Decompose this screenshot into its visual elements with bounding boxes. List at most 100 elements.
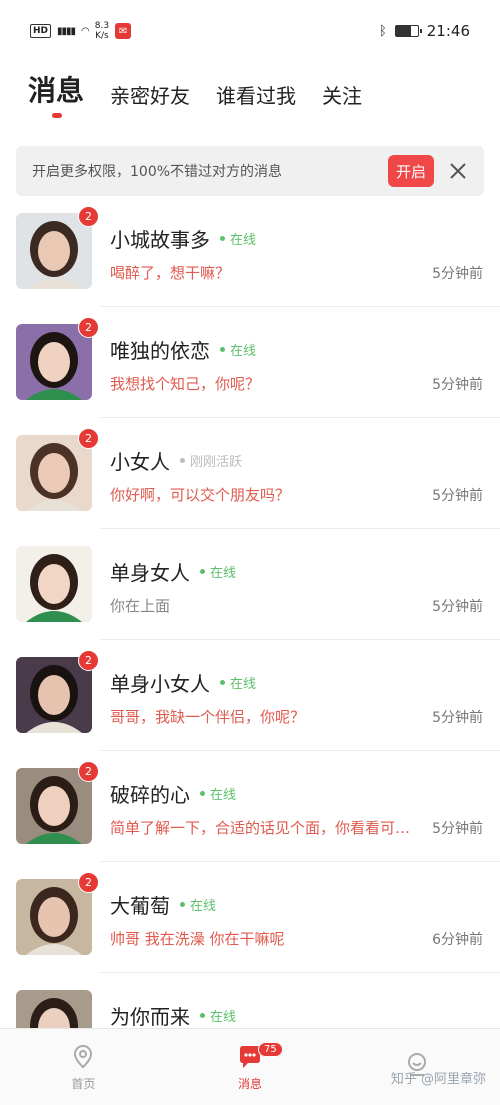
- avatar[interactable]: [16, 546, 92, 622]
- speed-unit: K/s: [95, 31, 109, 41]
- message-time: 5分钟前: [432, 821, 483, 837]
- contact-name: 为你而来: [110, 1005, 190, 1029]
- presence-status: 在线: [220, 673, 256, 692]
- contact-name: 破碎的心: [110, 783, 190, 807]
- wifi-icon: ◠: [81, 25, 90, 37]
- name-line: 为你而来 在线: [110, 1001, 236, 1030]
- presence-status: 在线: [220, 229, 256, 248]
- nav-profile[interactable]: [333, 1029, 500, 1105]
- signal-icon: ▮▮▮▮: [57, 25, 76, 37]
- contact-name: 唯独的依恋: [110, 339, 210, 363]
- presence-label: 在线: [230, 677, 257, 692]
- presence-dot: [200, 1013, 205, 1018]
- battery-fill: [395, 26, 412, 36]
- last-message: 简单了解一下，合适的话见个面，你看看可以吗: [110, 819, 422, 837]
- presence-status: 在线: [200, 562, 236, 581]
- contact-name: 小城故事多: [110, 228, 210, 252]
- last-message: 哥哥，我缺一个伴侣，你呢？: [110, 708, 306, 726]
- presence-dot: [180, 902, 185, 907]
- unread-badge: 2: [78, 206, 99, 227]
- conversation-row[interactable]: 2 小城故事多 在线 喝醉了，想干嘛？ 5分钟前: [0, 196, 500, 307]
- nav-home[interactable]: 首页: [0, 1029, 167, 1105]
- nav-messages[interactable]: 消息: [167, 1029, 334, 1105]
- battery-icon: [394, 25, 422, 37]
- tab-label: 消息: [28, 74, 85, 107]
- bottom-nav: 首页 消息 75 知乎 @阿里章弥: [0, 1028, 500, 1105]
- unread-badge: 2: [78, 761, 99, 782]
- tab-visitors[interactable]: 谁看过我: [216, 84, 296, 108]
- conversation-row[interactable]: 2 小女人 刚刚活跃 你好啊，可以交个朋友吗？ 5分钟前: [0, 418, 500, 529]
- avatar-image: [16, 546, 92, 622]
- tab-label: 关注: [322, 83, 363, 108]
- presence-status: 在线: [200, 1006, 236, 1025]
- badge-count: 75: [258, 1042, 283, 1057]
- presence-dot: [200, 569, 205, 574]
- hd-indicator: HD: [30, 24, 52, 38]
- presence-status: 在线: [180, 895, 216, 914]
- name-line: 小女人 刚刚活跃: [110, 446, 242, 475]
- conversation-row[interactable]: 2 单身小女人 在线 哥哥，我缺一个伴侣，你呢？ 5分钟前: [0, 640, 500, 751]
- message-time: 5分钟前: [432, 266, 483, 282]
- status-bar: HD ▮▮▮▮ ◠ 8.3 K/s ✉ ᛒ 21:46: [0, 0, 500, 62]
- speed-value: 8.3: [94, 21, 110, 31]
- tab-following[interactable]: 关注: [322, 84, 362, 108]
- conversation-list: 2 小城故事多 在线 喝醉了，想干嘛？ 5分钟前 2 唯独的依恋 在线 我想找个…: [0, 196, 500, 1084]
- location-pin-icon: [74, 1044, 93, 1068]
- presence-label: 在线: [190, 899, 217, 914]
- presence-dot: [220, 347, 225, 352]
- contact-name: 单身小女人: [110, 672, 210, 696]
- conversation-row[interactable]: 单身女人 在线 你在上面 5分钟前: [0, 529, 500, 640]
- last-message: 你好啊，可以交个朋友吗？: [110, 486, 291, 504]
- presence-label: 在线: [210, 788, 237, 803]
- name-line: 唯独的依恋 在线: [110, 335, 256, 364]
- tab-messages[interactable]: 消息: [28, 74, 85, 118]
- presence-dot: [220, 236, 225, 241]
- status-left: HD ▮▮▮▮ ◠ 8.3 K/s ✉: [30, 21, 132, 41]
- clock: 21:46: [426, 22, 470, 40]
- tab-label: 谁看过我: [216, 83, 297, 108]
- last-message: 喝醉了，想干嘛？: [110, 264, 231, 282]
- tab-close-friends[interactable]: 亲密好友: [110, 84, 190, 108]
- unread-badge: 2: [78, 650, 99, 671]
- conversation-row[interactable]: 2 唯独的依恋 在线 我想找个知己，你呢？ 5分钟前: [0, 307, 500, 418]
- presence-label: 在线: [230, 344, 257, 359]
- top-tabs: 消息 亲密好友 谁看过我 关注: [28, 74, 362, 118]
- conversation-row[interactable]: 2 破碎的心 在线 简单了解一下，合适的话见个面，你看看可以吗 5分钟前: [0, 751, 500, 862]
- nav-label: 首页: [71, 1076, 96, 1091]
- last-message: 我想找个知己，你呢？: [110, 375, 261, 393]
- bluetooth-icon: ᛒ: [378, 23, 387, 39]
- permission-banner: 开启更多权限，100%不错过对方的消息 开启: [16, 146, 484, 196]
- presence-status: 在线: [220, 340, 256, 359]
- presence-dot: [180, 458, 185, 463]
- close-icon: [450, 163, 466, 179]
- name-line: 单身女人 在线: [110, 557, 236, 586]
- message-time: 5分钟前: [432, 710, 483, 726]
- conversation-row[interactable]: 2 大葡萄 在线 帅哥 我在洗澡 你在干嘛呢 6分钟前: [0, 862, 500, 973]
- presence-label: 刚刚活跃: [190, 455, 243, 470]
- banner-text: 开启更多权限，100%不错过对方的消息: [32, 164, 283, 180]
- unread-badge: 2: [78, 317, 99, 338]
- unread-badge: 2: [78, 872, 99, 893]
- app-notification-icon: ✉: [115, 23, 132, 39]
- name-line: 小城故事多 在线: [110, 224, 256, 253]
- presence-label: 在线: [230, 233, 257, 248]
- nav-label: 消息: [238, 1076, 263, 1091]
- last-message: 帅哥 我在洗澡 你在干嘛呢: [110, 930, 285, 948]
- message-time: 5分钟前: [432, 377, 483, 393]
- name-line: 单身小女人 在线: [110, 668, 256, 697]
- unread-badge: 2: [78, 428, 99, 449]
- name-line: 破碎的心 在线: [110, 779, 236, 808]
- active-tab-indicator: [52, 112, 62, 118]
- tab-label: 亲密好友: [110, 83, 191, 108]
- message-time: 5分钟前: [432, 488, 483, 504]
- enable-permission-button[interactable]: 开启: [388, 155, 434, 187]
- name-line: 大葡萄 在线: [110, 890, 216, 919]
- contact-name: 单身女人: [110, 561, 190, 585]
- status-right: ᛒ 21:46: [379, 22, 470, 40]
- last-message: 你在上面: [110, 597, 171, 615]
- contact-name: 小女人: [110, 450, 170, 474]
- presence-status: 刚刚活跃: [180, 451, 242, 470]
- close-banner-button[interactable]: [448, 161, 468, 181]
- message-time: 6分钟前: [432, 932, 483, 948]
- presence-label: 在线: [210, 566, 237, 581]
